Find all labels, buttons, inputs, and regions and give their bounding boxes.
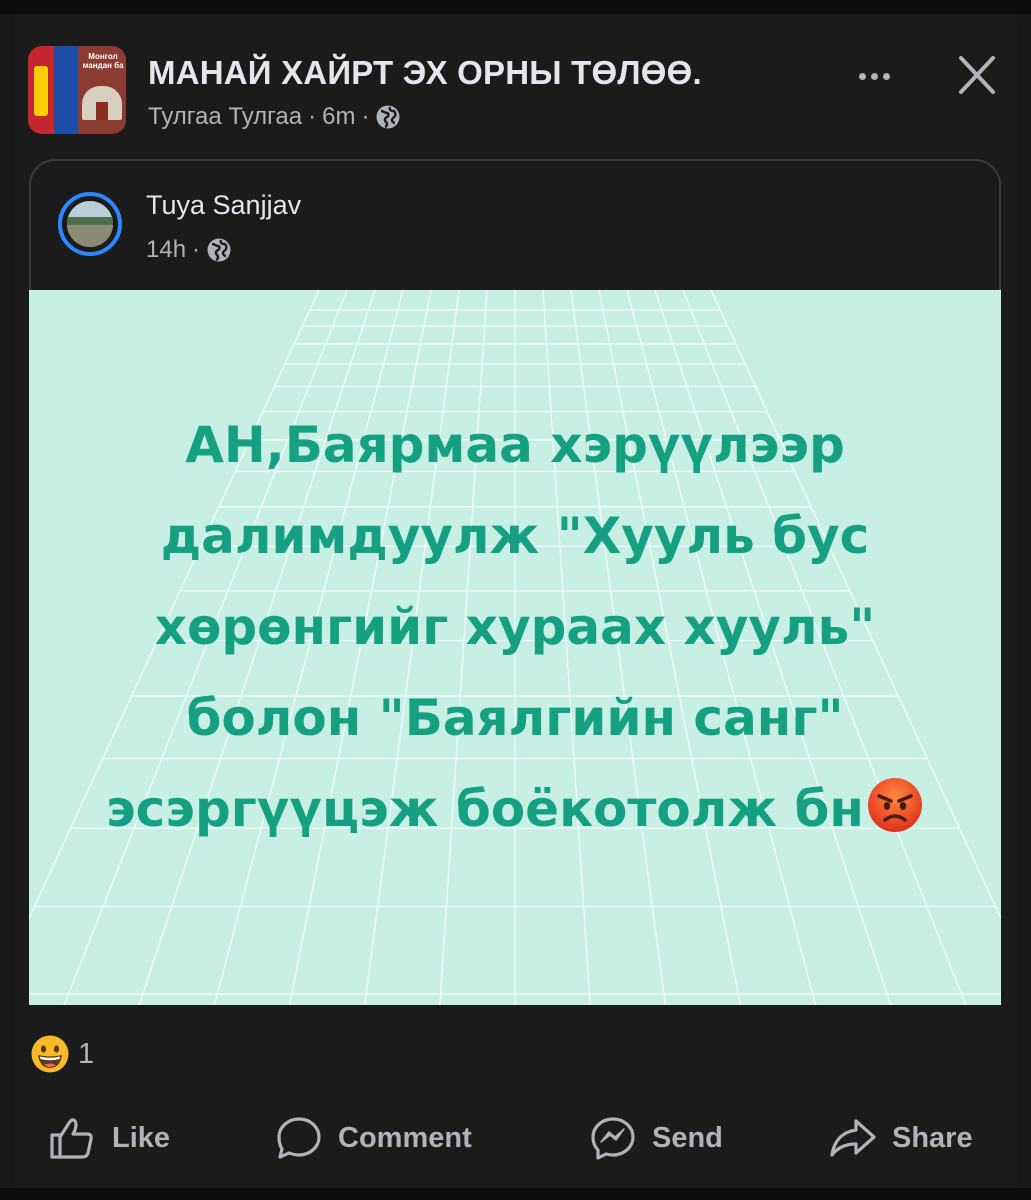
shared-post-meta: 14h · [146,234,232,266]
action-bar: Like Comment Send Share [0,1108,1031,1168]
shared-author-name[interactable]: Tuya Sanjjav [146,190,301,221]
comment-bubble-icon [277,1117,321,1159]
share-label: Share [892,1121,973,1154]
reaction-count: 1 [78,1037,95,1070]
post-time[interactable]: 6m [322,103,355,131]
send-button[interactable]: Send [588,1108,723,1168]
post-text-body: АН,Баярмаа хэрүүлээр далимдуулж "Хууль б… [106,416,876,838]
share-arrow-icon [830,1119,876,1157]
angry-face-icon [867,778,922,832]
messenger-icon [591,1117,635,1160]
meta-separator: · [192,236,201,263]
avatar-trees [67,217,113,225]
like-label: Like [112,1121,171,1154]
reaction-summary[interactable]: 1 [30,1034,94,1074]
thumbs-up-icon [50,1118,93,1159]
top-strip [0,0,1031,14]
shared-post-time[interactable]: 14h [146,236,186,264]
comment-button[interactable]: Comment [274,1108,472,1168]
grinning-face-icon [31,1035,69,1073]
globe-icon [376,105,400,129]
post-meta: Тулгаа Тулгаа · 6m · [148,102,401,132]
group-title[interactable]: МАНАЙ ХАЙРТ ЭХ ОРНЫ ТӨЛӨӨ. [148,54,702,92]
comment-label: Comment [338,1121,472,1154]
flag-stripe [54,46,78,134]
globe-icon [207,238,231,262]
avatar-ground [67,225,113,247]
bottom-strip [0,1188,1031,1200]
post-text: АН,Баярмаа хэрүүлээр далимдуулж "Хууль б… [89,400,941,855]
poster-name[interactable]: Тулгаа Тулгаа [148,103,302,131]
shared-author-avatar[interactable] [58,192,122,256]
group-avatar[interactable]: Монгол мандан ба [28,46,126,134]
meta-separator: · [361,103,370,130]
meta-separator: · [308,103,317,130]
ger-door [96,102,108,120]
like-button[interactable]: Like [48,1108,170,1168]
avatar-photo [67,201,113,247]
send-label: Send [652,1121,723,1154]
share-button[interactable]: Share [828,1108,973,1168]
avatar-caption: Монгол мандан ба [82,52,124,70]
text-post-background[interactable]: АН,Баярмаа хэрүүлээр далимдуулж "Хууль б… [29,290,1001,1005]
soyombo-symbol [34,66,48,116]
dot [870,72,878,80]
dot [882,72,890,80]
dot [858,72,866,80]
close-icon[interactable] [952,52,1002,98]
more-options-button[interactable] [848,60,900,92]
